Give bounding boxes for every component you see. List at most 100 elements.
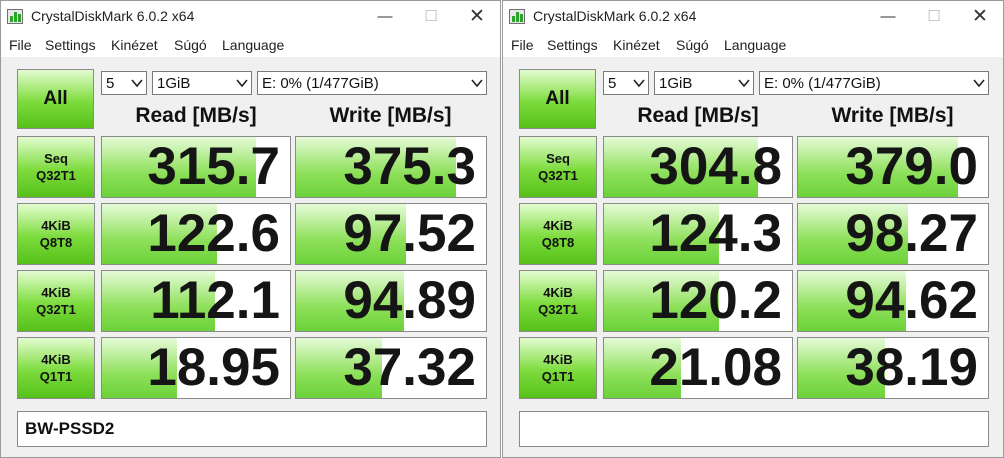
write-result: 37.32 xyxy=(295,337,487,399)
test-button[interactable]: Seq Q32T1 xyxy=(519,136,597,198)
right-window: CrystalDiskMark 6.0.2 x64 — ☐ ✕ File Set… xyxy=(502,0,1004,458)
chevron-down-icon xyxy=(471,79,483,88)
title-bar: CrystalDiskMark 6.0.2 x64 — ☐ ✕ xyxy=(503,1,1003,33)
write-value: 98.27 xyxy=(845,204,978,263)
chevron-down-icon xyxy=(633,79,645,88)
minimize-icon[interactable]: — xyxy=(362,1,408,33)
read-result: 304.8 xyxy=(603,136,793,198)
comment-field[interactable] xyxy=(519,411,989,447)
test-label-line1: 4KiB xyxy=(543,352,573,367)
write-header: Write [MB/s] xyxy=(831,104,954,127)
test-count-select[interactable]: 5 xyxy=(603,71,649,95)
menu-file[interactable]: File xyxy=(511,37,534,53)
left-window: CrystalDiskMark 6.0.2 x64 — ☐ ✕ File Set… xyxy=(0,0,501,458)
menu-language[interactable]: Language xyxy=(724,37,786,53)
test-button[interactable]: 4KiB Q32T1 xyxy=(519,270,597,332)
drive-value: E: 0% (1/477GiB) xyxy=(262,75,379,92)
write-result: 38.19 xyxy=(797,337,989,399)
read-header: Read [MB/s] xyxy=(637,104,759,127)
menu-settings[interactable]: Settings xyxy=(547,37,598,53)
write-result: 94.89 xyxy=(295,270,487,332)
test-label-line2: Q1T1 xyxy=(39,369,73,384)
read-result: 21.08 xyxy=(603,337,793,399)
read-result: 124.3 xyxy=(603,203,793,265)
test-button[interactable]: 4KiB Q8T8 xyxy=(17,203,95,265)
read-value: 112.1 xyxy=(150,271,280,330)
test-size-value: 1GiB xyxy=(157,75,191,92)
menu-kinezet[interactable]: Kinézet xyxy=(613,37,660,53)
result-row: Seq Q32T1 304.8 379.0 xyxy=(503,136,1003,198)
drive-select[interactable]: E: 0% (1/477GiB) xyxy=(759,71,989,95)
test-button[interactable]: 4KiB Q1T1 xyxy=(17,337,95,399)
minimize-icon[interactable]: — xyxy=(865,1,911,33)
read-value: 18.95 xyxy=(147,338,280,397)
menu-bar: File Settings Kinézet Súgó Language xyxy=(1,33,500,57)
title-bar: CrystalDiskMark 6.0.2 x64 — ☐ ✕ xyxy=(1,1,500,33)
close-icon[interactable]: ✕ xyxy=(957,1,1003,33)
read-value: 315.7 xyxy=(147,137,280,196)
read-value: 124.3 xyxy=(649,204,782,263)
test-label-line1: Seq xyxy=(44,151,68,166)
write-value: 94.62 xyxy=(845,271,978,330)
read-header: Read [MB/s] xyxy=(135,104,257,127)
benchmark-panel: All 5 1GiB E: 0% (1/477GiB) Read [MB/s] … xyxy=(1,57,500,457)
test-button[interactable]: 4KiB Q32T1 xyxy=(17,270,95,332)
maximize-icon[interactable]: ☐ xyxy=(911,1,957,33)
menu-sugo[interactable]: Súgó xyxy=(676,37,709,53)
chevron-down-icon xyxy=(738,79,750,88)
write-value: 379.0 xyxy=(845,137,978,196)
app-icon xyxy=(7,9,23,24)
write-result: 97.52 xyxy=(295,203,487,265)
menu-kinezet[interactable]: Kinézet xyxy=(111,37,158,53)
chevron-down-icon xyxy=(131,79,143,88)
all-button[interactable]: All xyxy=(519,69,596,129)
read-result: 120.2 xyxy=(603,270,793,332)
result-row: 4KiB Q8T8 124.3 98.27 xyxy=(503,203,1003,265)
result-row: 4KiB Q8T8 122.6 97.52 xyxy=(1,203,500,265)
test-size-select[interactable]: 1GiB xyxy=(654,71,754,95)
menu-settings[interactable]: Settings xyxy=(45,37,96,53)
test-button[interactable]: 4KiB Q8T8 xyxy=(519,203,597,265)
read-result: 112.1 xyxy=(101,270,291,332)
write-header: Write [MB/s] xyxy=(329,104,452,127)
test-count-select[interactable]: 5 xyxy=(101,71,147,95)
result-row: 4KiB Q1T1 18.95 37.32 xyxy=(1,337,500,399)
write-value: 97.52 xyxy=(343,204,476,263)
test-count-value: 5 xyxy=(106,75,115,92)
all-button[interactable]: All xyxy=(17,69,94,129)
result-row: 4KiB Q32T1 112.1 94.89 xyxy=(1,270,500,332)
comment-text: BW-PSSD2 xyxy=(25,419,115,438)
menu-file[interactable]: File xyxy=(9,37,32,53)
test-button[interactable]: 4KiB Q1T1 xyxy=(519,337,597,399)
read-result: 315.7 xyxy=(101,136,291,198)
test-label-line1: 4KiB xyxy=(41,218,71,233)
test-size-select[interactable]: 1GiB xyxy=(152,71,252,95)
drive-select[interactable]: E: 0% (1/477GiB) xyxy=(257,71,487,95)
write-value: 38.19 xyxy=(845,338,978,397)
test-label-line2: Q8T8 xyxy=(541,235,575,250)
test-label-line2: Q8T8 xyxy=(39,235,73,250)
result-row: Seq Q32T1 315.7 375.3 xyxy=(1,136,500,198)
test-label-line1: Seq xyxy=(546,151,570,166)
menu-bar: File Settings Kinézet Súgó Language xyxy=(503,33,1003,57)
write-value: 94.89 xyxy=(343,271,476,330)
read-value: 122.6 xyxy=(147,204,280,263)
menu-sugo[interactable]: Súgó xyxy=(174,37,207,53)
test-label-line1: 4KiB xyxy=(543,285,573,300)
test-label-line2: Q32T1 xyxy=(538,168,578,183)
close-icon[interactable]: ✕ xyxy=(454,1,500,33)
read-value: 21.08 xyxy=(649,338,782,397)
comment-field[interactable]: BW-PSSD2 xyxy=(17,411,487,447)
write-result: 94.62 xyxy=(797,270,989,332)
test-label-line1: 4KiB xyxy=(41,285,71,300)
test-label-line2: Q1T1 xyxy=(541,369,575,384)
menu-language[interactable]: Language xyxy=(222,37,284,53)
test-button[interactable]: Seq Q32T1 xyxy=(17,136,95,198)
write-result: 98.27 xyxy=(797,203,989,265)
result-row: 4KiB Q1T1 21.08 38.19 xyxy=(503,337,1003,399)
result-row: 4KiB Q32T1 120.2 94.62 xyxy=(503,270,1003,332)
window-title: CrystalDiskMark 6.0.2 x64 xyxy=(533,8,697,24)
maximize-icon[interactable]: ☐ xyxy=(408,1,454,33)
chevron-down-icon xyxy=(973,79,985,88)
read-result: 18.95 xyxy=(101,337,291,399)
